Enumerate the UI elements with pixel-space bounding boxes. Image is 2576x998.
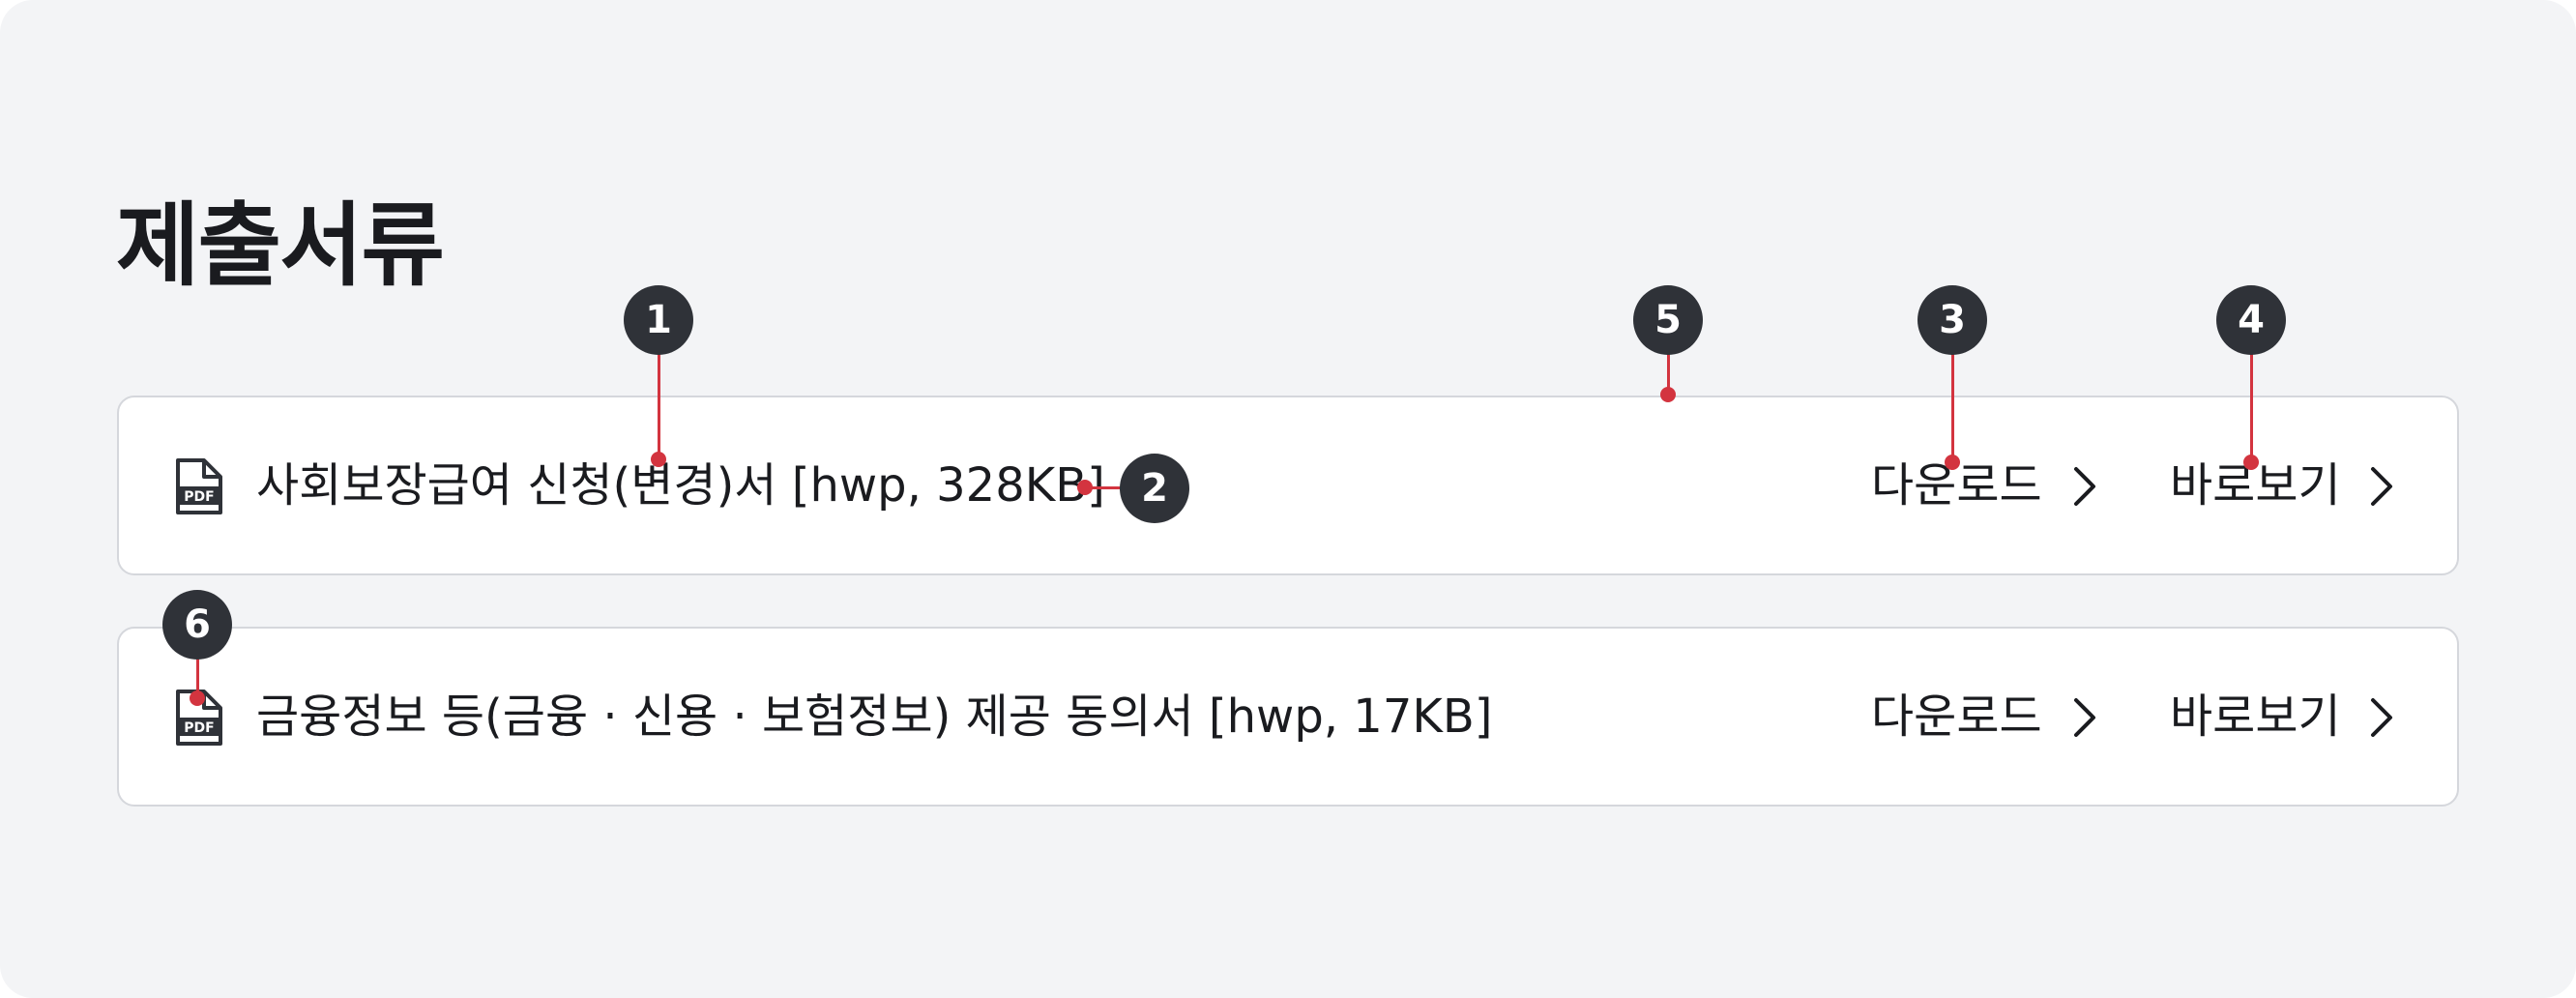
page-background: 제출서류 PDF 사회보장급여 신청(변경)서 [hwp, 328KB] 다운로… (0, 0, 2576, 998)
annotation-marker-1: 1 (624, 285, 693, 355)
download-label: 다운로드 (1871, 690, 2042, 744)
annotation-dot (1945, 455, 1960, 470)
chevron-right-icon (2074, 467, 2095, 506)
svg-text:PDF: PDF (184, 489, 214, 505)
download-button[interactable]: 다운로드 (1871, 629, 2095, 808)
annotation-dot (2243, 455, 2259, 470)
document-name[interactable]: 사회보장급여 신청(변경)서 [hwp, 328KB] (256, 397, 1105, 577)
document-row: PDF 금융정보 등(금융 · 신용 · 보험정보) 제공 동의서 [hwp, … (117, 627, 2459, 807)
annotation-marker-3: 3 (1917, 285, 1987, 355)
annotation-dot (1077, 480, 1093, 495)
annotation-line (1951, 354, 1954, 460)
svg-text:PDF: PDF (184, 720, 214, 736)
pdf-file-icon: PDF (176, 458, 222, 514)
chevron-right-icon (2371, 698, 2392, 737)
view-button[interactable]: 바로보기 (2170, 629, 2392, 808)
annotation-marker-4: 4 (2216, 285, 2286, 355)
annotation-line (658, 354, 660, 460)
chevron-right-icon (2371, 467, 2392, 506)
annotation-marker-6: 6 (162, 590, 232, 660)
document-row: PDF 사회보장급여 신청(변경)서 [hwp, 328KB] 다운로드 바로보… (117, 396, 2459, 575)
annotation-marker-2: 2 (1120, 454, 1189, 523)
annotation-dot (1660, 387, 1676, 402)
chevron-right-icon (2074, 698, 2095, 737)
document-name[interactable]: 금융정보 등(금융 · 신용 · 보험정보) 제공 동의서 [hwp, 17KB… (256, 629, 1493, 808)
annotation-marker-5: 5 (1633, 285, 1703, 355)
view-label: 바로보기 (2170, 690, 2341, 744)
annotation-dot (651, 452, 666, 467)
annotation-dot (190, 690, 205, 706)
download-button[interactable]: 다운로드 (1871, 397, 2095, 577)
section-title: 제출서류 (116, 193, 445, 299)
view-button[interactable]: 바로보기 (2170, 397, 2392, 577)
annotation-line (2250, 354, 2253, 460)
